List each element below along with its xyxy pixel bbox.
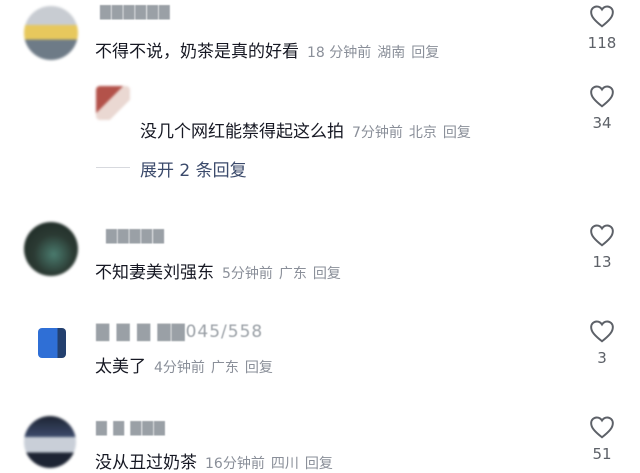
comment-content: 太美了 4分钟前 广东 回复: [95, 352, 279, 377]
comment-time: 5分钟前: [222, 266, 273, 282]
heart-icon: [590, 5, 614, 28]
comment-content: 不知妻美刘强东 5分钟前 广东 回复: [95, 258, 347, 283]
comment-location: 北京: [408, 125, 437, 141]
comment-item: ▇▇▇▇▇▇ 不得不说，奶茶是真的好看 18 分钟前 湖南 回复 118: [0, 0, 640, 70]
like-button[interactable]: 13: [582, 223, 622, 271]
reply-button[interactable]: 回复: [443, 125, 471, 141]
comment-item: ▇ ▇ ▇ ▇▇045/558 太美了 4分钟前 广东 回复 3: [0, 316, 640, 386]
comment-username[interactable]: ▇ ▇ ▇ ▇▇045/558: [96, 322, 263, 342]
like-count: 51: [592, 445, 612, 463]
like-button[interactable]: 3: [582, 319, 622, 367]
comment-meta: 16分钟前 四川 回复: [205, 456, 339, 472]
expand-divider: [96, 167, 130, 168]
comment-content: 没几个网红能禁得起这么拍 7分钟前 北京 回复: [140, 117, 477, 142]
avatar[interactable]: [38, 328, 66, 358]
like-count: 13: [592, 253, 612, 271]
reply-button[interactable]: 回复: [305, 456, 333, 472]
comment-location: 广东: [278, 266, 307, 282]
comment-time: 16分钟前: [205, 456, 265, 472]
comment-meta: 5分钟前 广东 回复: [222, 266, 347, 282]
reply-button[interactable]: 回复: [313, 266, 341, 282]
heart-icon: [590, 320, 614, 343]
comment-username[interactable]: ▇▇▇▇▇: [106, 228, 165, 244]
heart-icon: [590, 224, 614, 247]
like-button[interactable]: 51: [582, 415, 622, 463]
comment-meta: 18 分钟前 湖南 回复: [307, 45, 445, 61]
like-button[interactable]: 34: [582, 84, 622, 132]
reply-button[interactable]: 回复: [411, 45, 439, 61]
expand-replies-button[interactable]: 展开 2 条回复: [140, 156, 247, 181]
like-count: 3: [597, 349, 607, 367]
avatar[interactable]: [96, 86, 130, 120]
like-count: 118: [587, 34, 617, 52]
comment-text: 不得不说，奶茶是真的好看: [95, 42, 299, 62]
comment-time: 18 分钟前: [307, 45, 372, 61]
comment-time: 4分钟前: [154, 360, 205, 376]
comment-text: 不知妻美刘强东: [95, 263, 214, 283]
comment-location: 湖南: [377, 45, 406, 61]
avatar[interactable]: [24, 416, 76, 468]
comment-username[interactable]: ▇▇▇▇▇▇: [100, 4, 171, 20]
comment-username[interactable]: ▇ ▇ ▇▇▇: [96, 420, 166, 436]
comment-location: 广东: [210, 360, 239, 376]
comment-content: 没从丑过奶茶 16分钟前 四川 回复: [95, 448, 339, 473]
reply-item: 没几个网红能禁得起这么拍 7分钟前 北京 回复 34: [0, 84, 640, 144]
like-count: 34: [592, 114, 612, 132]
heart-icon: [590, 85, 614, 108]
comment-text: 没几个网红能禁得起这么拍: [140, 122, 344, 142]
comment-text: 太美了: [95, 357, 146, 377]
avatar[interactable]: [24, 222, 78, 276]
comment-meta: 7分钟前 北京 回复: [352, 125, 477, 141]
avatar[interactable]: [24, 6, 78, 60]
reply-button[interactable]: 回复: [245, 360, 273, 376]
comment-item: ▇ ▇ ▇▇▇ 没从丑过奶茶 16分钟前 四川 回复 51: [0, 412, 640, 473]
comment-item: ▇▇▇▇▇ 不知妻美刘强东 5分钟前 广东 回复 13: [0, 220, 640, 290]
comment-time: 7分钟前: [352, 125, 403, 141]
comment-location: 四川: [270, 456, 299, 472]
heart-icon: [590, 416, 614, 439]
like-button[interactable]: 118: [582, 4, 622, 52]
comment-content: 不得不说，奶茶是真的好看 18 分钟前 湖南 回复: [95, 37, 445, 62]
comment-meta: 4分钟前 广东 回复: [154, 360, 279, 376]
comment-text: 没从丑过奶茶: [95, 453, 197, 473]
